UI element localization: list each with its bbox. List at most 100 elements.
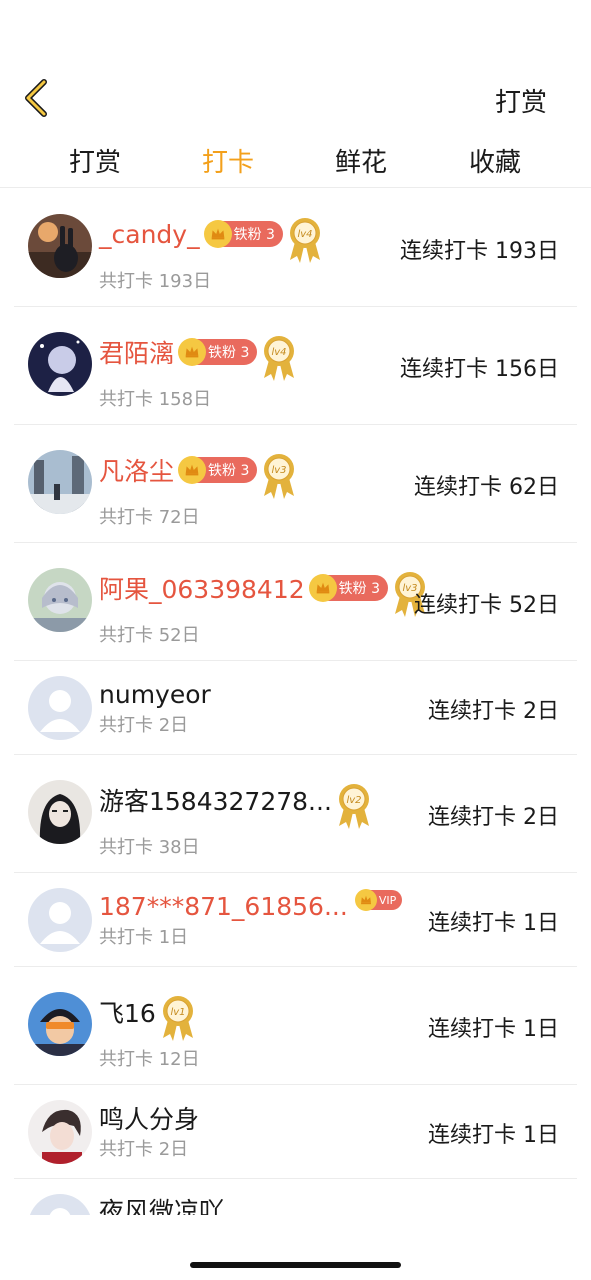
crown-icon	[211, 228, 224, 240]
checkin-row[interactable]: 夜风微凉吖连续打卡 1日	[0, 1179, 591, 1215]
checkin-row[interactable]: 鸣人分身共打卡 2日 连续打卡 1日	[0, 1085, 591, 1179]
user-name[interactable]: numyeor	[99, 680, 211, 709]
level-medal-icon: lv3	[264, 454, 295, 499]
user-name[interactable]: 187***871_61856...	[99, 892, 348, 921]
user-name[interactable]: 鸣人分身	[99, 1100, 199, 1136]
user-name[interactable]: 游客1584327278...	[99, 782, 332, 818]
streak-text: 连续打卡 1日	[428, 1017, 559, 1042]
fan-badge: 铁粉 3	[203, 220, 283, 248]
tab-reward[interactable]: 打赏	[69, 142, 121, 179]
svg-text:lv4: lv4	[272, 347, 287, 358]
user-avatar[interactable]	[28, 888, 92, 952]
level-medal-icon: lv4	[264, 336, 295, 381]
user-name[interactable]: 阿果_063398412	[99, 570, 305, 606]
total-checkin-text: 共打卡 52日	[99, 625, 200, 646]
name-line: 鸣人分身	[99, 1099, 199, 1137]
top-bar: 打赏	[0, 0, 591, 140]
user-name[interactable]: 君陌漓	[99, 334, 174, 370]
crown-icon	[185, 464, 199, 476]
svg-text:lv3: lv3	[272, 465, 287, 476]
back-button[interactable]	[20, 78, 52, 118]
user-avatar[interactable]	[28, 780, 92, 844]
fan-badge: 铁粉 3	[178, 338, 258, 366]
total-checkin-text: 共打卡 158日	[99, 389, 212, 410]
name-line: 凡洛尘 铁粉 3 lv3	[99, 451, 297, 499]
name-line: 君陌漓 铁粉 3 lv4	[99, 333, 297, 381]
svg-text:lv4: lv4	[297, 229, 312, 240]
avatar-rabbit-image	[28, 214, 92, 278]
name-line: numyeor	[99, 675, 211, 713]
name-line: 飞16 lv1	[99, 993, 196, 1041]
level-medal-icon: lv4	[289, 218, 320, 263]
total-checkin-text: 共打卡 2日	[99, 715, 189, 736]
total-checkin-text: 共打卡 1日	[99, 927, 189, 948]
fan-badge-label: 铁粉 3	[338, 581, 381, 597]
total-checkin-text: 共打卡 2日	[99, 1139, 189, 1160]
total-checkin-text: 共打卡 193日	[99, 271, 212, 292]
total-checkin-text: 共打卡 72日	[99, 507, 200, 528]
vip-badge: VIP	[354, 889, 403, 911]
checkin-row[interactable]: 187***871_61856... VIP 共打卡 1日 连续打卡 1日	[0, 873, 591, 967]
user-avatar[interactable]	[28, 1194, 92, 1215]
crown-icon	[316, 582, 329, 594]
tab-flowers[interactable]: 鲜花	[335, 142, 387, 179]
user-avatar[interactable]	[28, 214, 92, 278]
total-checkin-text: 共打卡 12日	[99, 1049, 200, 1070]
checkin-row[interactable]: 飞16 lv1 共打卡 12日 连续打卡 1日	[0, 967, 591, 1085]
home-indicator	[190, 1262, 401, 1268]
fan-badge: 铁粉 3	[178, 456, 258, 484]
svg-text:lv2: lv2	[346, 795, 361, 806]
checkin-row[interactable]: 凡洛尘 铁粉 3 lv3 共打卡 72日 连续打卡 62日	[0, 425, 591, 543]
avatar-default-image	[28, 888, 92, 952]
tab-checkin[interactable]: 打卡	[202, 142, 254, 179]
fan-badge-label: 铁粉 3	[208, 463, 250, 479]
chevron-left-icon	[25, 79, 47, 117]
streak-text: 连续打卡 156日	[400, 357, 559, 382]
user-name[interactable]: 凡洛尘	[99, 452, 174, 488]
fan-badge: 铁粉 3	[308, 574, 389, 602]
name-line: 187***871_61856... VIP	[99, 887, 403, 925]
tab-bar: 打赏 打卡 鲜花 收藏	[0, 138, 591, 188]
streak-text: 连续打卡 2日	[428, 805, 559, 830]
svg-text:lv1: lv1	[170, 1007, 185, 1018]
checkin-row[interactable]: 阿果_063398412 铁粉 3 lv3 共打卡 52日 连续打卡 52日	[0, 543, 591, 661]
streak-text: 连续打卡 2日	[428, 699, 559, 724]
streak-text: 连续打卡 193日	[400, 239, 559, 264]
streak-text: 连续打卡 1日	[428, 1211, 559, 1215]
avatar-boy-image	[28, 1100, 92, 1164]
user-name[interactable]: 夜风微凉吖	[99, 1192, 224, 1215]
name-line: 游客1584327278... lv2	[99, 781, 372, 829]
checkin-list[interactable]: _candy_ 铁粉 3 lv4 共打卡 193日 连续打卡 193日 君陌漓 铁粉 3 lv…	[0, 189, 591, 1215]
user-avatar[interactable]	[28, 450, 92, 514]
avatar-street-image	[28, 450, 92, 514]
total-checkin-text: 共打卡 38日	[99, 837, 200, 858]
user-avatar[interactable]	[28, 332, 92, 396]
checkin-row[interactable]: 游客1584327278... lv2 共打卡 38日 连续打卡 2日	[0, 755, 591, 873]
avatar-ninja-image	[28, 992, 92, 1056]
streak-text: 连续打卡 1日	[428, 1123, 559, 1148]
avatar-anime-girl-image	[28, 568, 92, 632]
user-avatar[interactable]	[28, 568, 92, 632]
level-medal-icon: lv1	[162, 996, 193, 1041]
reward-button[interactable]: 打赏	[495, 82, 547, 119]
user-name[interactable]: _candy_	[99, 220, 200, 249]
name-line: 阿果_063398412 铁粉 3 lv3	[99, 569, 428, 617]
user-name[interactable]: 飞16	[99, 994, 156, 1030]
user-avatar[interactable]	[28, 992, 92, 1056]
checkin-row[interactable]: _candy_ 铁粉 3 lv4 共打卡 193日 连续打卡 193日	[0, 189, 591, 307]
tab-favorites[interactable]: 收藏	[469, 142, 521, 179]
user-avatar[interactable]	[28, 676, 92, 740]
name-line: _candy_ 铁粉 3 lv4	[99, 215, 323, 263]
user-avatar[interactable]	[28, 1100, 92, 1164]
checkin-row[interactable]: 君陌漓 铁粉 3 lv4 共打卡 158日 连续打卡 156日	[0, 307, 591, 425]
streak-text: 连续打卡 62日	[414, 475, 559, 500]
fan-badge-label: 铁粉 3	[233, 227, 275, 243]
name-line: 夜风微凉吖	[99, 1191, 224, 1215]
vip-badge-label: VIP	[378, 893, 397, 907]
crown-icon	[185, 346, 199, 358]
avatar-default-image	[28, 676, 92, 740]
checkin-row[interactable]: numyeor 共打卡 2日 连续打卡 2日	[0, 661, 591, 755]
crown-icon	[360, 895, 371, 905]
streak-text: 连续打卡 1日	[428, 911, 559, 936]
avatar-moon-image	[28, 332, 92, 396]
